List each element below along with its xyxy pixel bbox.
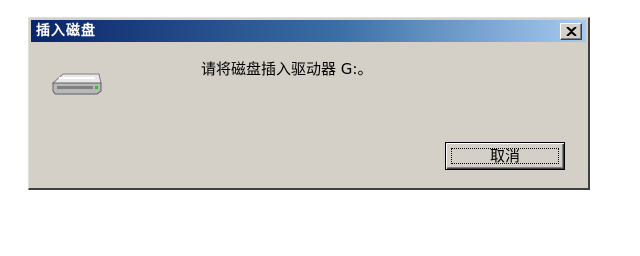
close-icon [566, 27, 577, 36]
cancel-button-label: 取消 [489, 147, 520, 165]
close-button[interactable] [560, 23, 582, 40]
insert-disk-dialog: 插入磁盘 请将磁盘插入驱动器 G:。 取消 [28, 17, 590, 190]
cancel-button[interactable]: 取消 [445, 142, 565, 170]
removable-drive-icon [51, 73, 102, 95]
prompt-message: 请将磁盘插入驱动器 G:。 [201, 60, 373, 78]
title-bar[interactable]: 插入磁盘 [31, 20, 586, 42]
dialog-title: 插入磁盘 [36, 23, 96, 39]
